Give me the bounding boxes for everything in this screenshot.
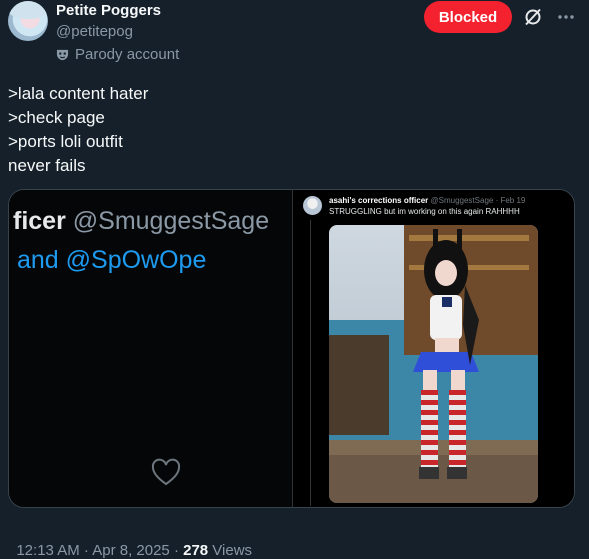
more-icon[interactable] [556, 7, 576, 27]
quote-author-name: asahi's corrections officer [329, 196, 429, 205]
views-count: 278 [183, 542, 209, 559]
tweet-text: >lala content hater >check page >ports l… [8, 84, 149, 175]
quote-author-handle: @SmuggestSage · Feb 19 [430, 196, 526, 205]
quote-author: asahi's corrections officer @SmuggestSag… [329, 196, 525, 205]
left-line2: and @SpOwOpe [17, 246, 207, 274]
left-line1: ficer @SmuggestSage [13, 207, 269, 236]
left-handle: @SmuggestSage [72, 207, 270, 235]
parody-label: Parody account [56, 46, 179, 63]
thread-line [310, 220, 311, 506]
quote-avatar [303, 196, 322, 215]
tweet-timestamp[interactable]: 12:13 AM · Apr 8, 2025 · [16, 542, 183, 559]
author-display-name[interactable]: Petite Poggers [56, 2, 161, 19]
heart-icon [151, 458, 181, 486]
grok-icon[interactable] [523, 7, 543, 27]
parody-mask-icon [56, 49, 69, 61]
game-character-photo [329, 225, 538, 503]
media-left-screenshot: ficer @SmuggestSage and @SpOwOpe [9, 190, 292, 507]
left-name-fragment: ficer [13, 207, 66, 235]
media-right-screenshot: asahi's corrections officer @SmuggestSag… [293, 190, 574, 507]
quote-text: STRUGGLING but im working on this again … [329, 207, 520, 216]
parody-label-text: Parody account [75, 46, 180, 63]
media-image[interactable]: ficer @SmuggestSage and @SpOwOpe asahi's… [8, 189, 575, 508]
author-handle[interactable]: @petitepog [56, 23, 133, 40]
blocked-button[interactable]: Blocked [424, 1, 512, 33]
views-label: Views [208, 542, 253, 559]
tweet-meta: 12:13 AM · Apr 8, 2025 · 278 Views [8, 525, 252, 559]
author-avatar[interactable] [8, 1, 48, 41]
